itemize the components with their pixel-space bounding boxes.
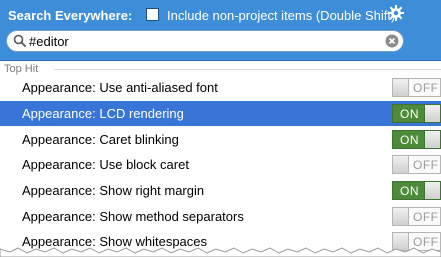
toggle-knob [393, 208, 409, 225]
result-row[interactable]: Appearance: LCD rendering ON [0, 101, 441, 126]
result-label: Appearance: Use anti-aliased font [22, 80, 218, 95]
result-row[interactable]: Appearance: Caret blinking ON [0, 127, 441, 152]
search-field[interactable] [6, 30, 404, 52]
toggle-state: ON [400, 184, 419, 198]
search-everywhere-header: Search Everywhere: Include non-project i… [0, 0, 441, 61]
include-non-project-label[interactable]: Include non-project items (Double Shift) [167, 8, 395, 23]
toggle-knob [424, 182, 440, 199]
result-row[interactable]: Appearance: Use anti-aliased font OFF [0, 75, 441, 100]
option-toggle[interactable]: ON [392, 130, 441, 149]
option-toggle[interactable]: ON [392, 181, 441, 200]
toggle-state: ON [400, 133, 419, 147]
result-label: Appearance: Caret blinking [22, 132, 179, 147]
results-list: Top Hit Appearance: Use anti-aliased fon… [0, 61, 441, 257]
toggle-state: OFF [413, 158, 439, 172]
option-toggle[interactable]: ON [392, 104, 441, 123]
result-row[interactable]: Appearance: Show method separators OFF [0, 204, 441, 229]
include-non-project-checkbox[interactable] [146, 8, 159, 21]
toggle-state: OFF [413, 210, 439, 224]
toggle-knob [424, 105, 440, 122]
group-divider [54, 69, 441, 70]
search-icon [13, 34, 27, 48]
search-everywhere-title: Search Everywhere: [8, 8, 133, 23]
result-label: Appearance: Show method separators [22, 209, 244, 224]
result-label: Appearance: Show right margin [22, 183, 205, 198]
option-toggle[interactable]: OFF [392, 78, 441, 97]
torn-edge [0, 247, 441, 257]
toggle-knob [424, 131, 440, 148]
result-label: Appearance: LCD rendering [22, 106, 184, 121]
search-input[interactable] [29, 32, 369, 50]
toggle-state: ON [400, 107, 419, 121]
clear-icon[interactable] [385, 34, 399, 48]
toggle-knob [393, 156, 409, 173]
result-row[interactable]: Appearance: Show right margin ON [0, 178, 441, 203]
option-toggle[interactable]: OFF [392, 155, 441, 174]
gear-icon[interactable] [388, 5, 404, 21]
toggle-knob [393, 79, 409, 96]
toggle-state: OFF [413, 81, 439, 95]
option-toggle[interactable]: OFF [392, 207, 441, 226]
result-row[interactable]: Appearance: Use block caret OFF [0, 152, 441, 177]
group-title: Top Hit [4, 63, 39, 75]
result-label: Appearance: Use block caret [22, 157, 189, 172]
